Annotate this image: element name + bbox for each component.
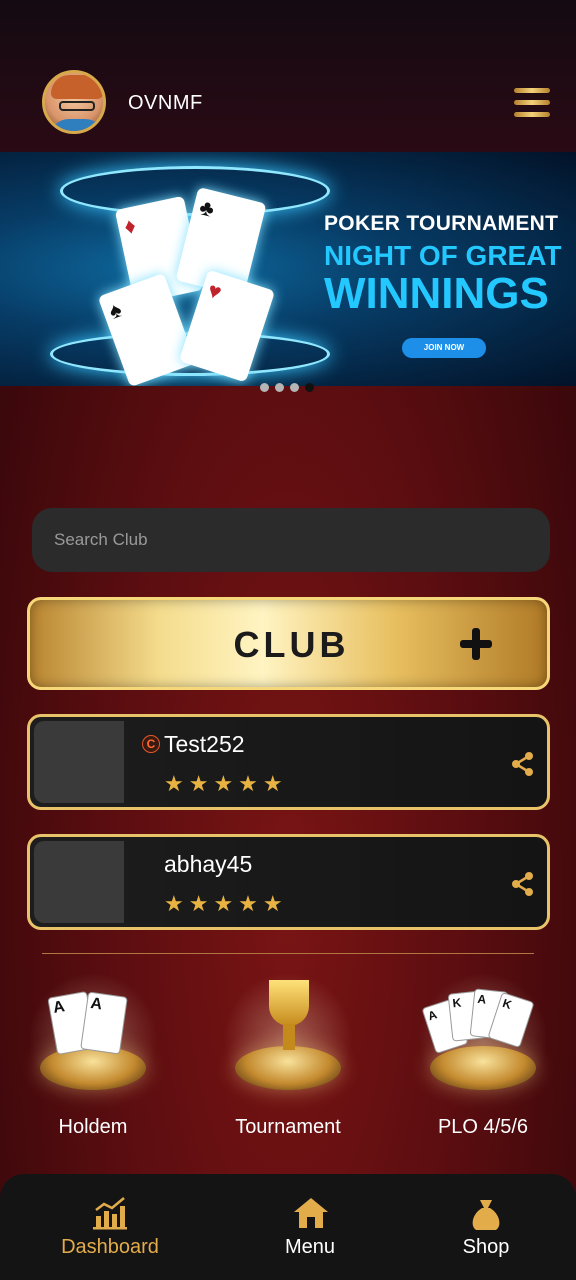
carousel-dot[interactable] <box>260 383 269 392</box>
chart-icon <box>93 1197 127 1230</box>
club-name: Test252 <box>164 731 245 757</box>
nav-shop[interactable]: Shop <box>390 1174 576 1280</box>
top-bar: OVNMF <box>0 0 576 152</box>
game-label: Holdem <box>58 1116 128 1138</box>
club-thumbnail <box>34 841 124 923</box>
club-list-item[interactable]: C Test252 ★★★★★ <box>27 714 550 810</box>
join-now-button[interactable]: JOIN NOW <box>402 338 486 358</box>
menu-bar <box>514 112 550 117</box>
banner-text: POKER TOURNAMENT NIGHT OF GREAT WINNINGS <box>324 212 574 316</box>
club-name: abhay45 <box>164 851 253 877</box>
pedestal <box>235 1046 341 1090</box>
bottom-nav: Dashboard Menu Shop <box>0 1174 576 1280</box>
promo-banner[interactable]: ♦ ♣ ♠ ♥ POKER TOURNAMENT NIGHT OF GREAT … <box>0 152 576 386</box>
game-tournament[interactable]: Tournament <box>213 972 363 1152</box>
avatar-glasses <box>59 101 95 111</box>
game-label: PLO 4/5/6 <box>437 1116 529 1138</box>
menu-bar <box>514 100 550 105</box>
club-list-item[interactable]: abhay45 ★★★★★ <box>27 834 550 930</box>
share-icon[interactable] <box>510 871 536 897</box>
pedestal <box>430 1046 536 1090</box>
game-holdem[interactable]: A A Holdem <box>18 972 168 1152</box>
plus-icon <box>458 626 494 662</box>
carousel-dot[interactable] <box>275 383 284 392</box>
nav-label: Dashboard <box>61 1236 159 1258</box>
club-badge-icon: C <box>142 735 160 753</box>
holdem-cards-icon: A <box>80 991 128 1055</box>
username: OVNMF <box>128 92 203 114</box>
club-button[interactable]: CLUB <box>27 597 550 690</box>
banner-line1: POKER TOURNAMENT <box>324 212 559 235</box>
carousel-dot[interactable] <box>290 383 299 392</box>
game-label: Tournament <box>235 1116 341 1138</box>
trophy-stem <box>283 1024 295 1050</box>
bag-icon <box>472 1200 500 1230</box>
nav-menu[interactable]: Menu <box>214 1174 406 1280</box>
nav-label: Menu <box>284 1236 336 1258</box>
star-rating: ★★★★★ <box>164 771 288 796</box>
game-plo[interactable]: A K A K PLO 4/5/6 <box>408 972 558 1152</box>
club-thumbnail <box>34 721 124 803</box>
avatar-shirt <box>49 119 103 131</box>
home-icon <box>294 1198 328 1228</box>
carousel-dots <box>260 383 314 392</box>
menu-bar <box>514 88 550 93</box>
search-club-input[interactable] <box>32 508 550 572</box>
pedestal <box>40 1046 146 1090</box>
banner-line3: WINNINGS <box>324 269 549 318</box>
avatar-hair <box>51 75 103 99</box>
avatar-icon[interactable] <box>42 70 106 134</box>
trophy-icon <box>269 980 309 1026</box>
nav-dashboard[interactable]: Dashboard <box>14 1174 206 1280</box>
banner-line2: NIGHT OF GREAT <box>324 240 562 271</box>
nav-label: Shop <box>462 1236 510 1258</box>
divider <box>42 953 534 954</box>
share-icon[interactable] <box>510 751 536 777</box>
carousel-dot-active[interactable] <box>305 383 314 392</box>
star-rating: ★★★★★ <box>164 891 288 916</box>
hamburger-menu-icon[interactable] <box>514 88 550 120</box>
